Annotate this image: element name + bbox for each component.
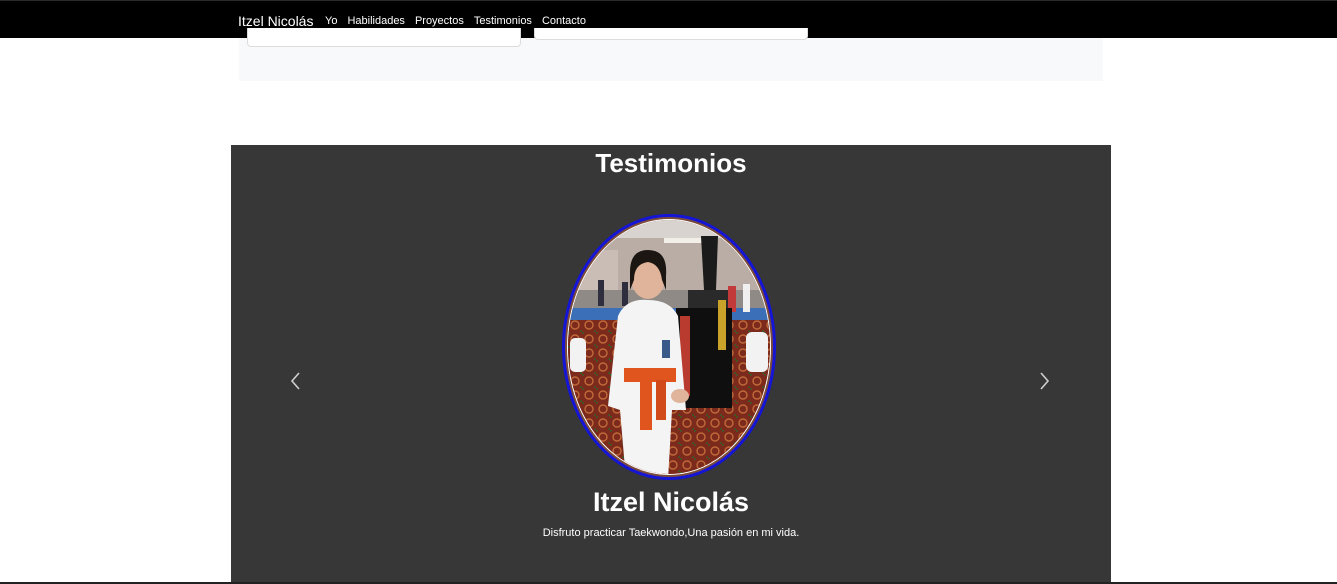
chevron-left-icon: [290, 372, 300, 390]
nav-link-contacto[interactable]: Contacto: [542, 14, 586, 28]
testimonials-section: Testimonios Itzel Nicolás Disfruto pract…: [231, 145, 1111, 584]
nav-link-yo[interactable]: Yo: [325, 14, 337, 28]
testimonial-photo: [562, 214, 776, 480]
brand-link[interactable]: Itzel Nicolás: [238, 13, 313, 29]
previous-section: [239, 28, 1103, 81]
person-photo: [568, 220, 770, 474]
testimonial-quote: Disfruto practicar Taekwondo,Una pasión …: [542, 527, 800, 539]
photo-frame: [567, 219, 771, 475]
testimonial-name: Itzel Nicolás: [592, 487, 750, 517]
section-title: Testimonios: [595, 148, 747, 178]
skill-card: [534, 28, 808, 40]
chevron-right-icon: [1040, 372, 1050, 390]
carousel-prev-button[interactable]: [286, 371, 306, 391]
skill-card: [247, 28, 521, 47]
nav-link-proyectos[interactable]: Proyectos: [415, 14, 464, 28]
nav-link-habilidades[interactable]: Habilidades: [347, 14, 404, 28]
carousel-next-button[interactable]: [1034, 371, 1054, 391]
nav-links: Yo Habilidades Proyectos Testimonios Con…: [325, 14, 596, 28]
nav-link-testimonios[interactable]: Testimonios: [474, 14, 532, 28]
